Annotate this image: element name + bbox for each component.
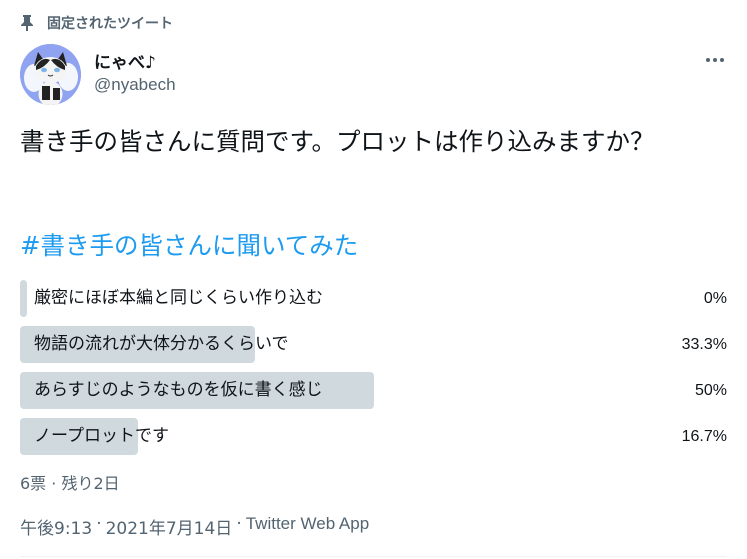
tweet-date[interactable]: 2021年7月14日 (106, 514, 233, 539)
more-dot-icon (706, 58, 710, 62)
more-dot-icon (713, 58, 717, 62)
source-link[interactable]: Twitter Web App (246, 514, 369, 539)
divider (20, 556, 727, 557)
avatar[interactable] (20, 44, 81, 105)
poll-option-label: 厳密にほぼ本編と同じくらい作り込む (34, 288, 323, 308)
poll-option-label: 物語の流れが大体分かるくらいで (34, 334, 289, 354)
tweet-text: 書き手の皆さんに質問です。プロットは作り込みますか？ (20, 127, 655, 156)
poll-option: 物語の流れが大体分かるくらいで 33.3% (20, 326, 727, 363)
poll-option-percent: 33.3% (681, 336, 727, 353)
poll-option-percent: 0% (703, 290, 727, 307)
poll-option-percent: 16.7% (681, 428, 727, 445)
more-options-button[interactable] (700, 50, 730, 70)
poll-option-percent: 50% (694, 382, 727, 399)
poll: 厳密にほぼ本編と同じくらい作り込む 0% 物語の流れが大体分かるくらいで 33.… (20, 280, 727, 464)
poll-option-label: あらすじのようなものを仮に書く感じ (34, 380, 323, 400)
poll-option: ノープロットです 16.7% (20, 418, 727, 455)
separator: · (236, 514, 242, 534)
poll-bar (20, 280, 27, 317)
tweet-time[interactable]: 午後9:13 (20, 514, 92, 539)
hashtag-link[interactable]: #書き手の皆さんに聞いてみた (20, 228, 358, 263)
avatar-cat-icon (20, 44, 81, 105)
poll-option: 厳密にほぼ本編と同じくらい作り込む 0% (20, 280, 727, 317)
display-name[interactable]: にゃべ♪ (94, 48, 156, 73)
user-handle[interactable]: @nyabech (94, 75, 176, 95)
poll-option-label: ノープロットです (34, 426, 169, 446)
poll-option: あらすじのようなものを仮に書く感じ 50% (20, 372, 727, 409)
pinned-indicator: 固定されたツイート (20, 11, 173, 35)
pin-icon (21, 15, 33, 31)
more-dot-icon (720, 58, 724, 62)
poll-meta: 6票 · 残り2日 (20, 474, 120, 493)
separator: · (96, 514, 102, 534)
timestamp-row: 午後9:13 · 2021年7月14日 · Twitter Web App (20, 514, 369, 539)
pinned-label: 固定されたツイート (47, 16, 173, 32)
